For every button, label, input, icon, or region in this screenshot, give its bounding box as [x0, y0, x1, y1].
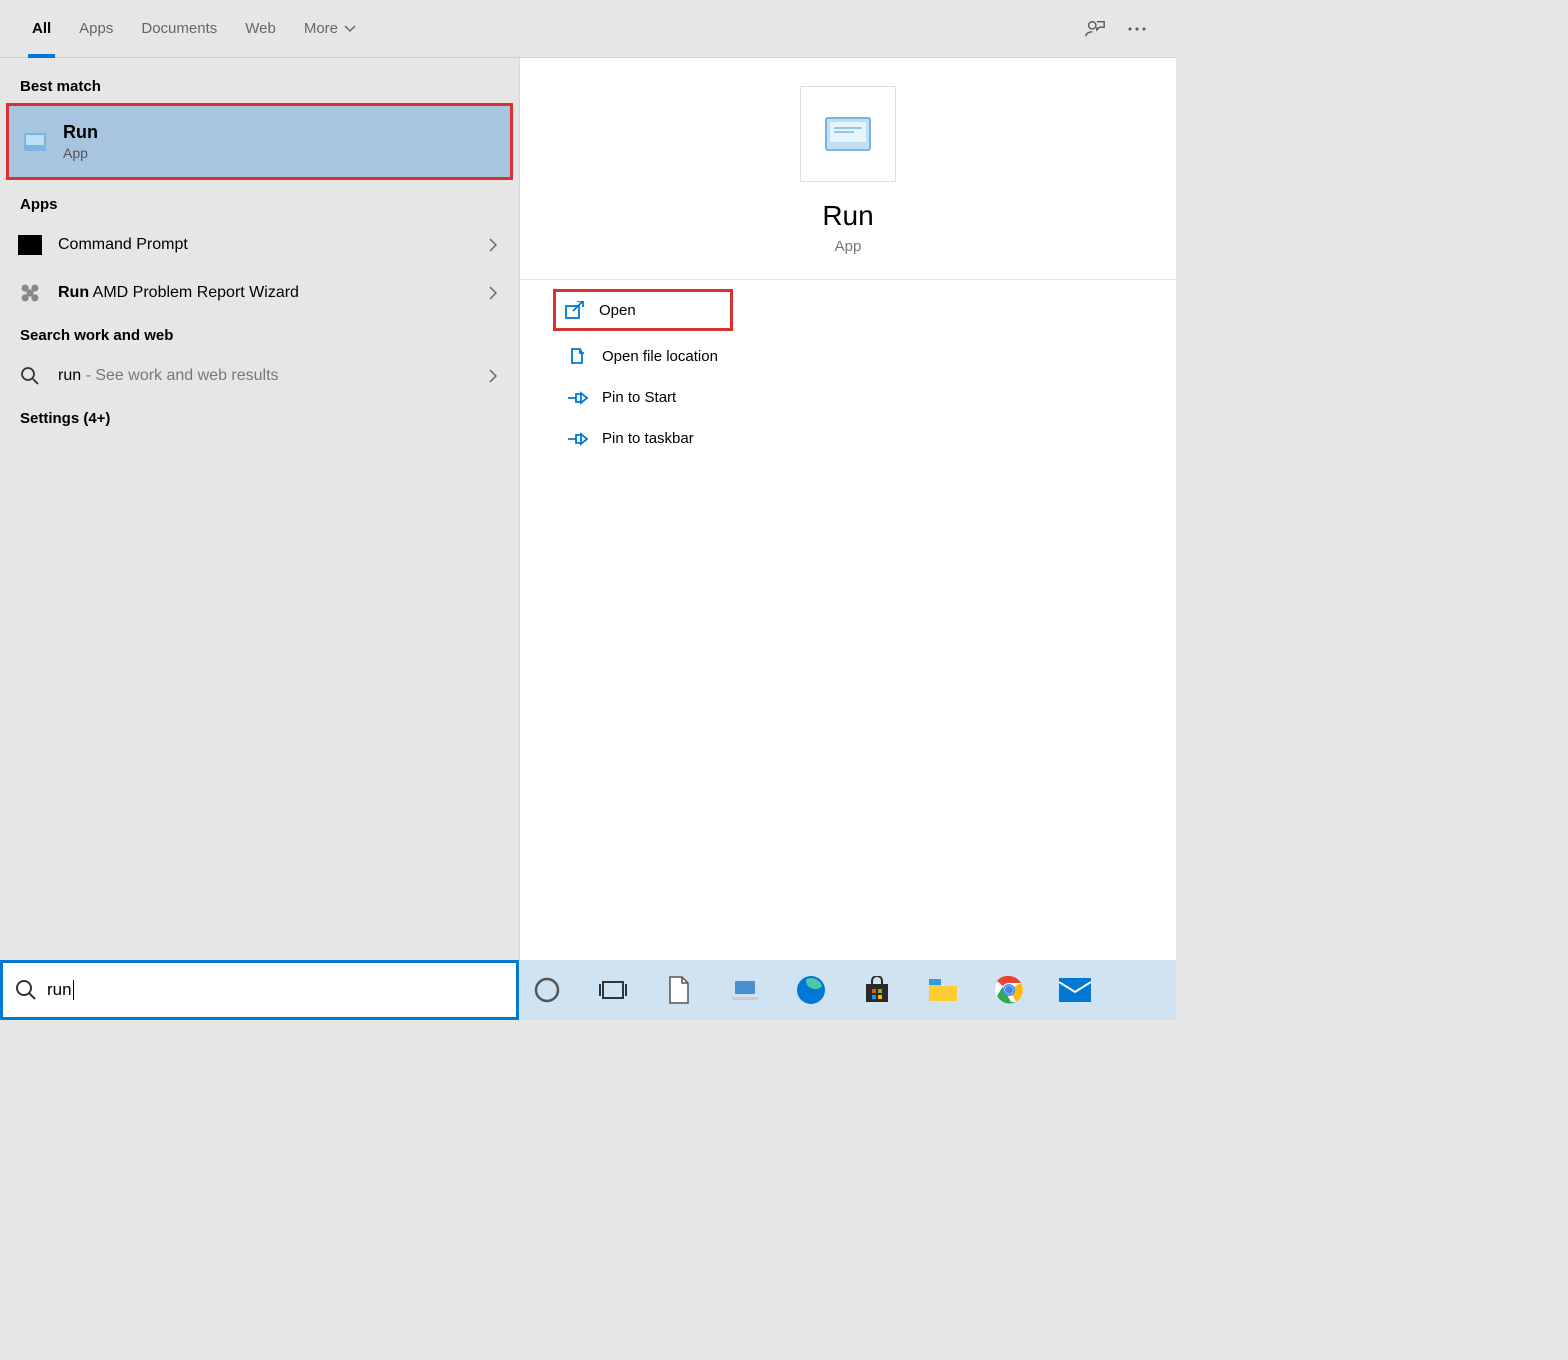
section-apps: Apps: [0, 186, 519, 221]
action-pin-start[interactable]: Pin to Start: [556, 377, 1140, 418]
action-label: Pin to taskbar: [602, 430, 694, 447]
taskbar-mail-icon[interactable]: [1057, 972, 1093, 1008]
result-best-run[interactable]: Run App: [6, 103, 513, 180]
action-label: Pin to Start: [602, 389, 676, 406]
preview-subtitle: App: [835, 238, 862, 255]
action-open-file-location[interactable]: Open file location: [556, 335, 1140, 377]
taskbar-document-icon[interactable]: [661, 972, 697, 1008]
feedback-icon[interactable]: [1074, 8, 1116, 50]
preview-title: Run: [822, 200, 873, 232]
taskbar-taskview-icon[interactable]: [595, 972, 631, 1008]
taskbar-edge-icon[interactable]: [793, 972, 829, 1008]
chevron-right-icon: [489, 369, 497, 383]
chevron-right-icon: [489, 238, 497, 252]
tab-more[interactable]: More: [290, 0, 370, 58]
taskbar-cortana-icon[interactable]: [529, 972, 565, 1008]
taskbar-chrome-icon[interactable]: [991, 972, 1027, 1008]
result-subtitle: App: [63, 145, 498, 161]
action-open[interactable]: Open: [553, 289, 733, 331]
folder-icon: [564, 347, 592, 365]
tab-web[interactable]: Web: [231, 0, 290, 58]
taskbar-laptop-icon[interactable]: [727, 972, 763, 1008]
search-input[interactable]: run: [0, 960, 519, 1020]
text-cursor: [73, 980, 74, 1000]
cmd-icon: [16, 231, 44, 259]
more-options-icon[interactable]: [1116, 8, 1158, 50]
tab-apps[interactable]: Apps: [65, 0, 127, 58]
tab-all[interactable]: All: [18, 0, 65, 58]
preview-app-icon: [800, 86, 896, 182]
taskbar-explorer-icon[interactable]: [925, 972, 961, 1008]
action-label: Open file location: [602, 348, 718, 365]
chevron-down-icon: [344, 25, 356, 33]
search-value: run: [47, 980, 72, 1000]
result-web-run[interactable]: run - See work and web results: [0, 352, 519, 400]
search-icon: [16, 362, 44, 390]
result-amd-wizard[interactable]: Run AMD Problem Report Wizard: [0, 269, 519, 317]
action-pin-taskbar[interactable]: Pin to taskbar: [556, 418, 1140, 459]
result-command-prompt[interactable]: Command Prompt: [0, 221, 519, 269]
amd-icon: [16, 279, 44, 307]
preview-pane: Run App Open Open file location: [519, 58, 1176, 960]
search-icon: [15, 979, 37, 1001]
results-list: Best match Run App Apps Command Prompt: [0, 58, 519, 960]
result-title: Run: [63, 122, 498, 143]
open-icon: [561, 301, 589, 319]
filter-tabs: All Apps Documents Web More: [0, 0, 1176, 58]
taskbar-store-icon[interactable]: [859, 972, 895, 1008]
run-app-icon: [21, 128, 49, 156]
action-label: Open: [599, 302, 636, 319]
pin-icon: [564, 431, 592, 447]
section-settings[interactable]: Settings (4+): [0, 400, 519, 435]
tab-documents[interactable]: Documents: [127, 0, 231, 58]
section-best-match: Best match: [0, 68, 519, 103]
result-title: run - See work and web results: [58, 367, 489, 385]
result-title: Command Prompt: [58, 236, 489, 254]
result-title: Run AMD Problem Report Wizard: [58, 284, 489, 302]
section-search-web: Search work and web: [0, 317, 519, 352]
taskbar: [519, 960, 1176, 1020]
chevron-right-icon: [489, 286, 497, 300]
pin-icon: [564, 390, 592, 406]
